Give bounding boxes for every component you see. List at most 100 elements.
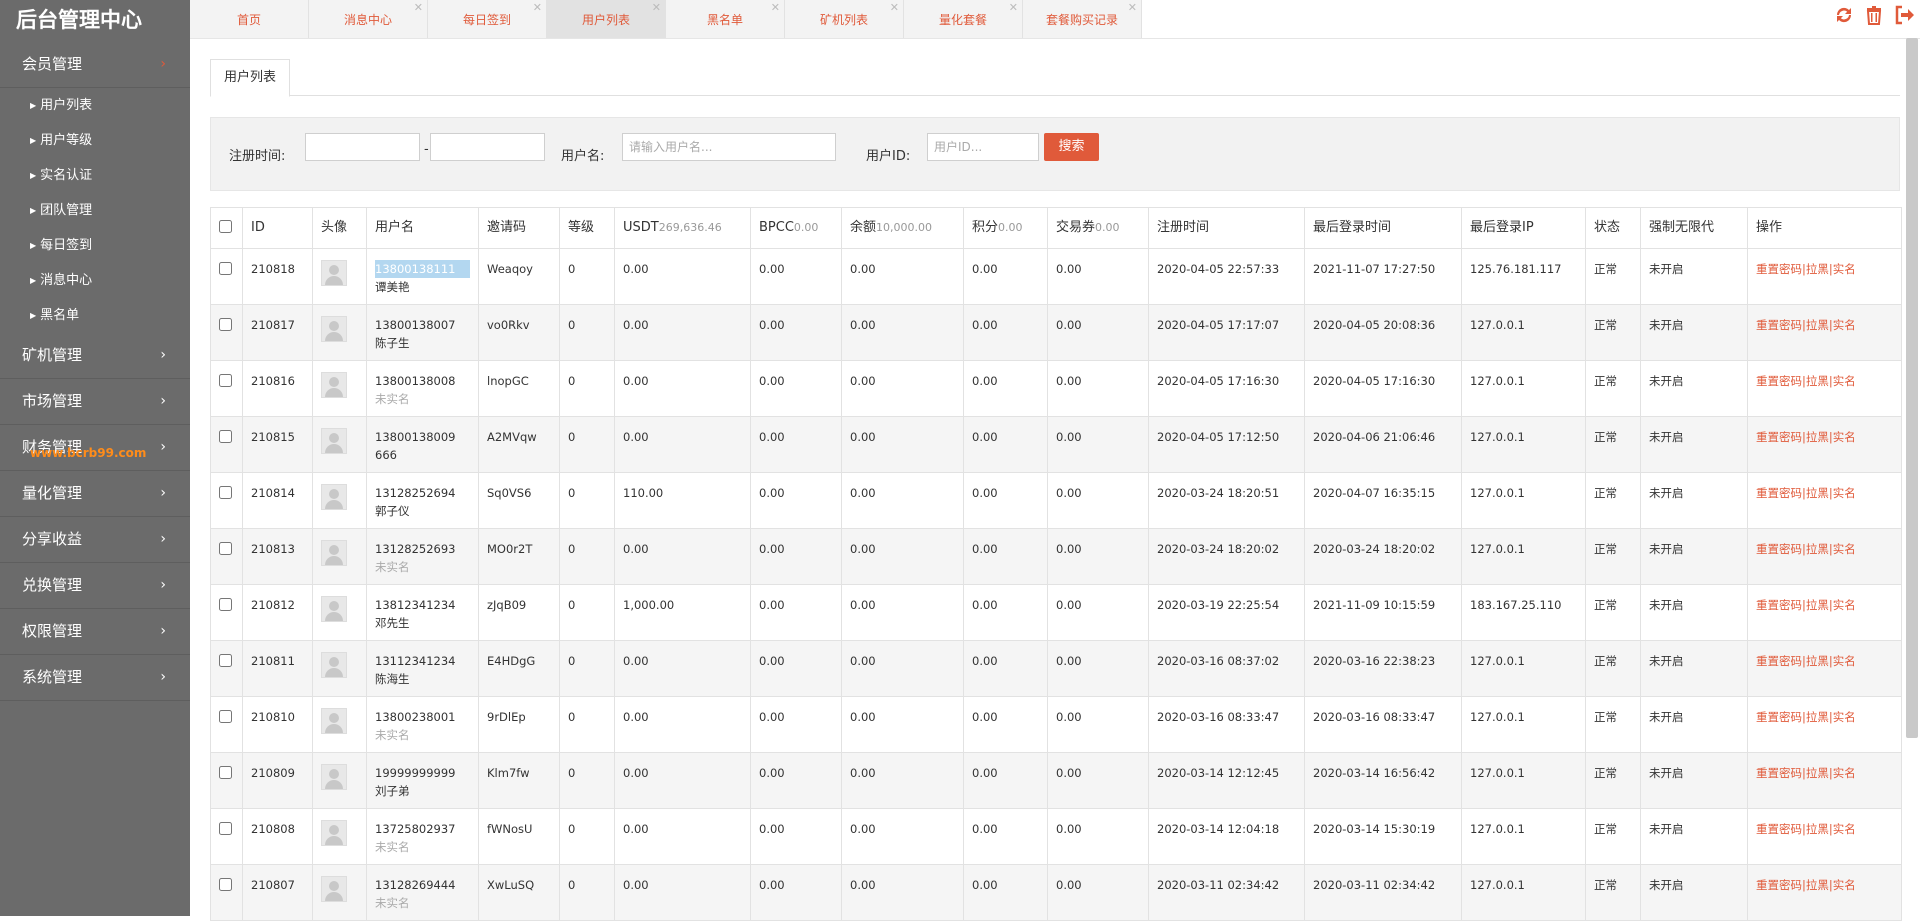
close-icon[interactable]: ✕ <box>890 0 899 28</box>
row-checkbox[interactable] <box>219 654 232 667</box>
force-toggle-link[interactable]: 未开启 <box>1640 360 1748 417</box>
sidebar-item[interactable]: ▶ 黑名单 <box>0 298 190 333</box>
close-icon[interactable]: ✕ <box>1009 0 1018 28</box>
block-link[interactable]: 拉黑 <box>1806 430 1829 444</box>
reset-password-link[interactable]: 重置密码 <box>1756 878 1802 892</box>
reset-password-link[interactable]: 重置密码 <box>1756 318 1802 332</box>
force-toggle-link[interactable]: 未开启 <box>1640 248 1748 305</box>
row-checkbox[interactable] <box>219 878 232 891</box>
sidebar-item[interactable]: ▶ 每日签到 <box>0 228 190 263</box>
reset-password-link[interactable]: 重置密码 <box>1756 262 1802 276</box>
force-toggle-link[interactable]: 未开启 <box>1640 304 1748 361</box>
reset-password-link[interactable]: 重置密码 <box>1756 766 1802 780</box>
close-icon[interactable]: ✕ <box>414 0 423 28</box>
block-link[interactable]: 拉黑 <box>1806 766 1829 780</box>
sidebar-item[interactable]: ▶ 用户列表 <box>0 88 190 123</box>
realname-link[interactable]: 实名 <box>1833 766 1856 780</box>
block-link[interactable]: 拉黑 <box>1806 374 1829 388</box>
top-tab[interactable]: 每日签到 ✕ <box>428 0 547 38</box>
close-icon[interactable]: ✕ <box>1128 0 1137 28</box>
force-toggle-link[interactable]: 未开启 <box>1640 808 1748 865</box>
sidebar-group-2[interactable]: 市场管理 › <box>0 379 190 425</box>
row-checkbox[interactable] <box>219 374 232 387</box>
realname-link[interactable]: 实名 <box>1833 430 1856 444</box>
block-link[interactable]: 拉黑 <box>1806 486 1829 500</box>
block-link[interactable]: 拉黑 <box>1806 598 1829 612</box>
reset-password-link[interactable]: 重置密码 <box>1756 822 1802 836</box>
row-checkbox[interactable] <box>219 486 232 499</box>
row-checkbox[interactable] <box>219 766 232 779</box>
reset-password-link[interactable]: 重置密码 <box>1756 710 1802 724</box>
refresh-icon[interactable] <box>1832 4 1856 28</box>
row-checkbox[interactable] <box>219 598 232 611</box>
close-icon[interactable]: ✕ <box>533 0 542 28</box>
reset-password-link[interactable]: 重置密码 <box>1756 598 1802 612</box>
sidebar-item[interactable]: ▶ 团队管理 <box>0 193 190 228</box>
select-all-checkbox[interactable] <box>219 220 232 233</box>
realname-link[interactable]: 实名 <box>1833 374 1856 388</box>
row-checkbox[interactable] <box>219 318 232 331</box>
force-toggle-link[interactable]: 未开启 <box>1640 416 1748 473</box>
row-checkbox[interactable] <box>219 262 232 275</box>
vertical-scrollbar[interactable] <box>1906 38 1918 738</box>
top-tab[interactable]: 量化套餐 ✕ <box>904 0 1023 38</box>
top-tab[interactable]: 用户列表 ✕ <box>547 0 666 38</box>
close-icon[interactable]: ✕ <box>652 0 661 28</box>
row-checkbox[interactable] <box>219 542 232 555</box>
sidebar-group-8[interactable]: 系统管理 › <box>0 655 190 701</box>
sidebar-item[interactable]: ▶ 用户等级 <box>0 123 190 158</box>
realname-link[interactable]: 实名 <box>1833 542 1856 556</box>
sidebar-item[interactable]: ▶ 消息中心 <box>0 263 190 298</box>
row-checkbox[interactable] <box>219 430 232 443</box>
sidebar-group-5[interactable]: 分享收益 › <box>0 517 190 563</box>
realname-link[interactable]: 实名 <box>1833 654 1856 668</box>
row-checkbox[interactable] <box>219 822 232 835</box>
realname-link[interactable]: 实名 <box>1833 710 1856 724</box>
userid-input[interactable]: 用户ID... <box>927 133 1039 161</box>
block-link[interactable]: 拉黑 <box>1806 542 1829 556</box>
top-tab[interactable]: 黑名单 ✕ <box>666 0 785 38</box>
realname-link[interactable]: 实名 <box>1833 318 1856 332</box>
logout-icon[interactable] <box>1892 4 1916 28</box>
realname-link[interactable]: 实名 <box>1833 598 1856 612</box>
top-tab[interactable]: 矿机列表 ✕ <box>785 0 904 38</box>
reset-password-link[interactable]: 重置密码 <box>1756 374 1802 388</box>
top-tab[interactable]: 消息中心 ✕ <box>309 0 428 38</box>
force-toggle-link[interactable]: 未开启 <box>1640 528 1748 585</box>
row-checkbox[interactable] <box>219 710 232 723</box>
subtab-user-list[interactable]: 用户列表 <box>210 59 291 97</box>
trash-icon[interactable] <box>1862 4 1886 28</box>
sidebar-item[interactable]: ▶ 实名认证 <box>0 158 190 193</box>
reset-password-link[interactable]: 重置密码 <box>1756 654 1802 668</box>
force-toggle-link[interactable]: 未开启 <box>1640 864 1748 921</box>
block-link[interactable]: 拉黑 <box>1806 710 1829 724</box>
username-input[interactable]: 请输入用户名... <box>622 133 836 161</box>
realname-link[interactable]: 实名 <box>1833 262 1856 276</box>
search-button[interactable]: 搜索 <box>1044 133 1099 161</box>
sidebar-group-6[interactable]: 兑换管理 › <box>0 563 190 609</box>
block-link[interactable]: 拉黑 <box>1806 654 1829 668</box>
realname-link[interactable]: 实名 <box>1833 486 1856 500</box>
realname-link[interactable]: 实名 <box>1833 822 1856 836</box>
reg-time-end-input[interactable] <box>430 133 545 161</box>
force-toggle-link[interactable]: 未开启 <box>1640 584 1748 641</box>
close-icon[interactable]: ✕ <box>771 0 780 28</box>
top-tab[interactable]: 套餐购买记录 ✕ <box>1023 0 1142 38</box>
reset-password-link[interactable]: 重置密码 <box>1756 486 1802 500</box>
block-link[interactable]: 拉黑 <box>1806 822 1829 836</box>
sidebar-group-4[interactable]: 量化管理 › <box>0 471 190 517</box>
force-toggle-link[interactable]: 未开启 <box>1640 472 1748 529</box>
reg-time-start-input[interactable] <box>305 133 420 161</box>
realname-link[interactable]: 实名 <box>1833 878 1856 892</box>
force-toggle-link[interactable]: 未开启 <box>1640 752 1748 809</box>
reset-password-link[interactable]: 重置密码 <box>1756 542 1802 556</box>
block-link[interactable]: 拉黑 <box>1806 878 1829 892</box>
top-tab[interactable]: 首页 <box>190 0 309 38</box>
block-link[interactable]: 拉黑 <box>1806 318 1829 332</box>
sidebar-group-1[interactable]: 矿机管理 › <box>0 333 190 379</box>
sidebar-group-7[interactable]: 权限管理 › <box>0 609 190 655</box>
sidebar-group-0[interactable]: 会员管理 › <box>0 42 190 88</box>
block-link[interactable]: 拉黑 <box>1806 262 1829 276</box>
reset-password-link[interactable]: 重置密码 <box>1756 430 1802 444</box>
force-toggle-link[interactable]: 未开启 <box>1640 696 1748 753</box>
